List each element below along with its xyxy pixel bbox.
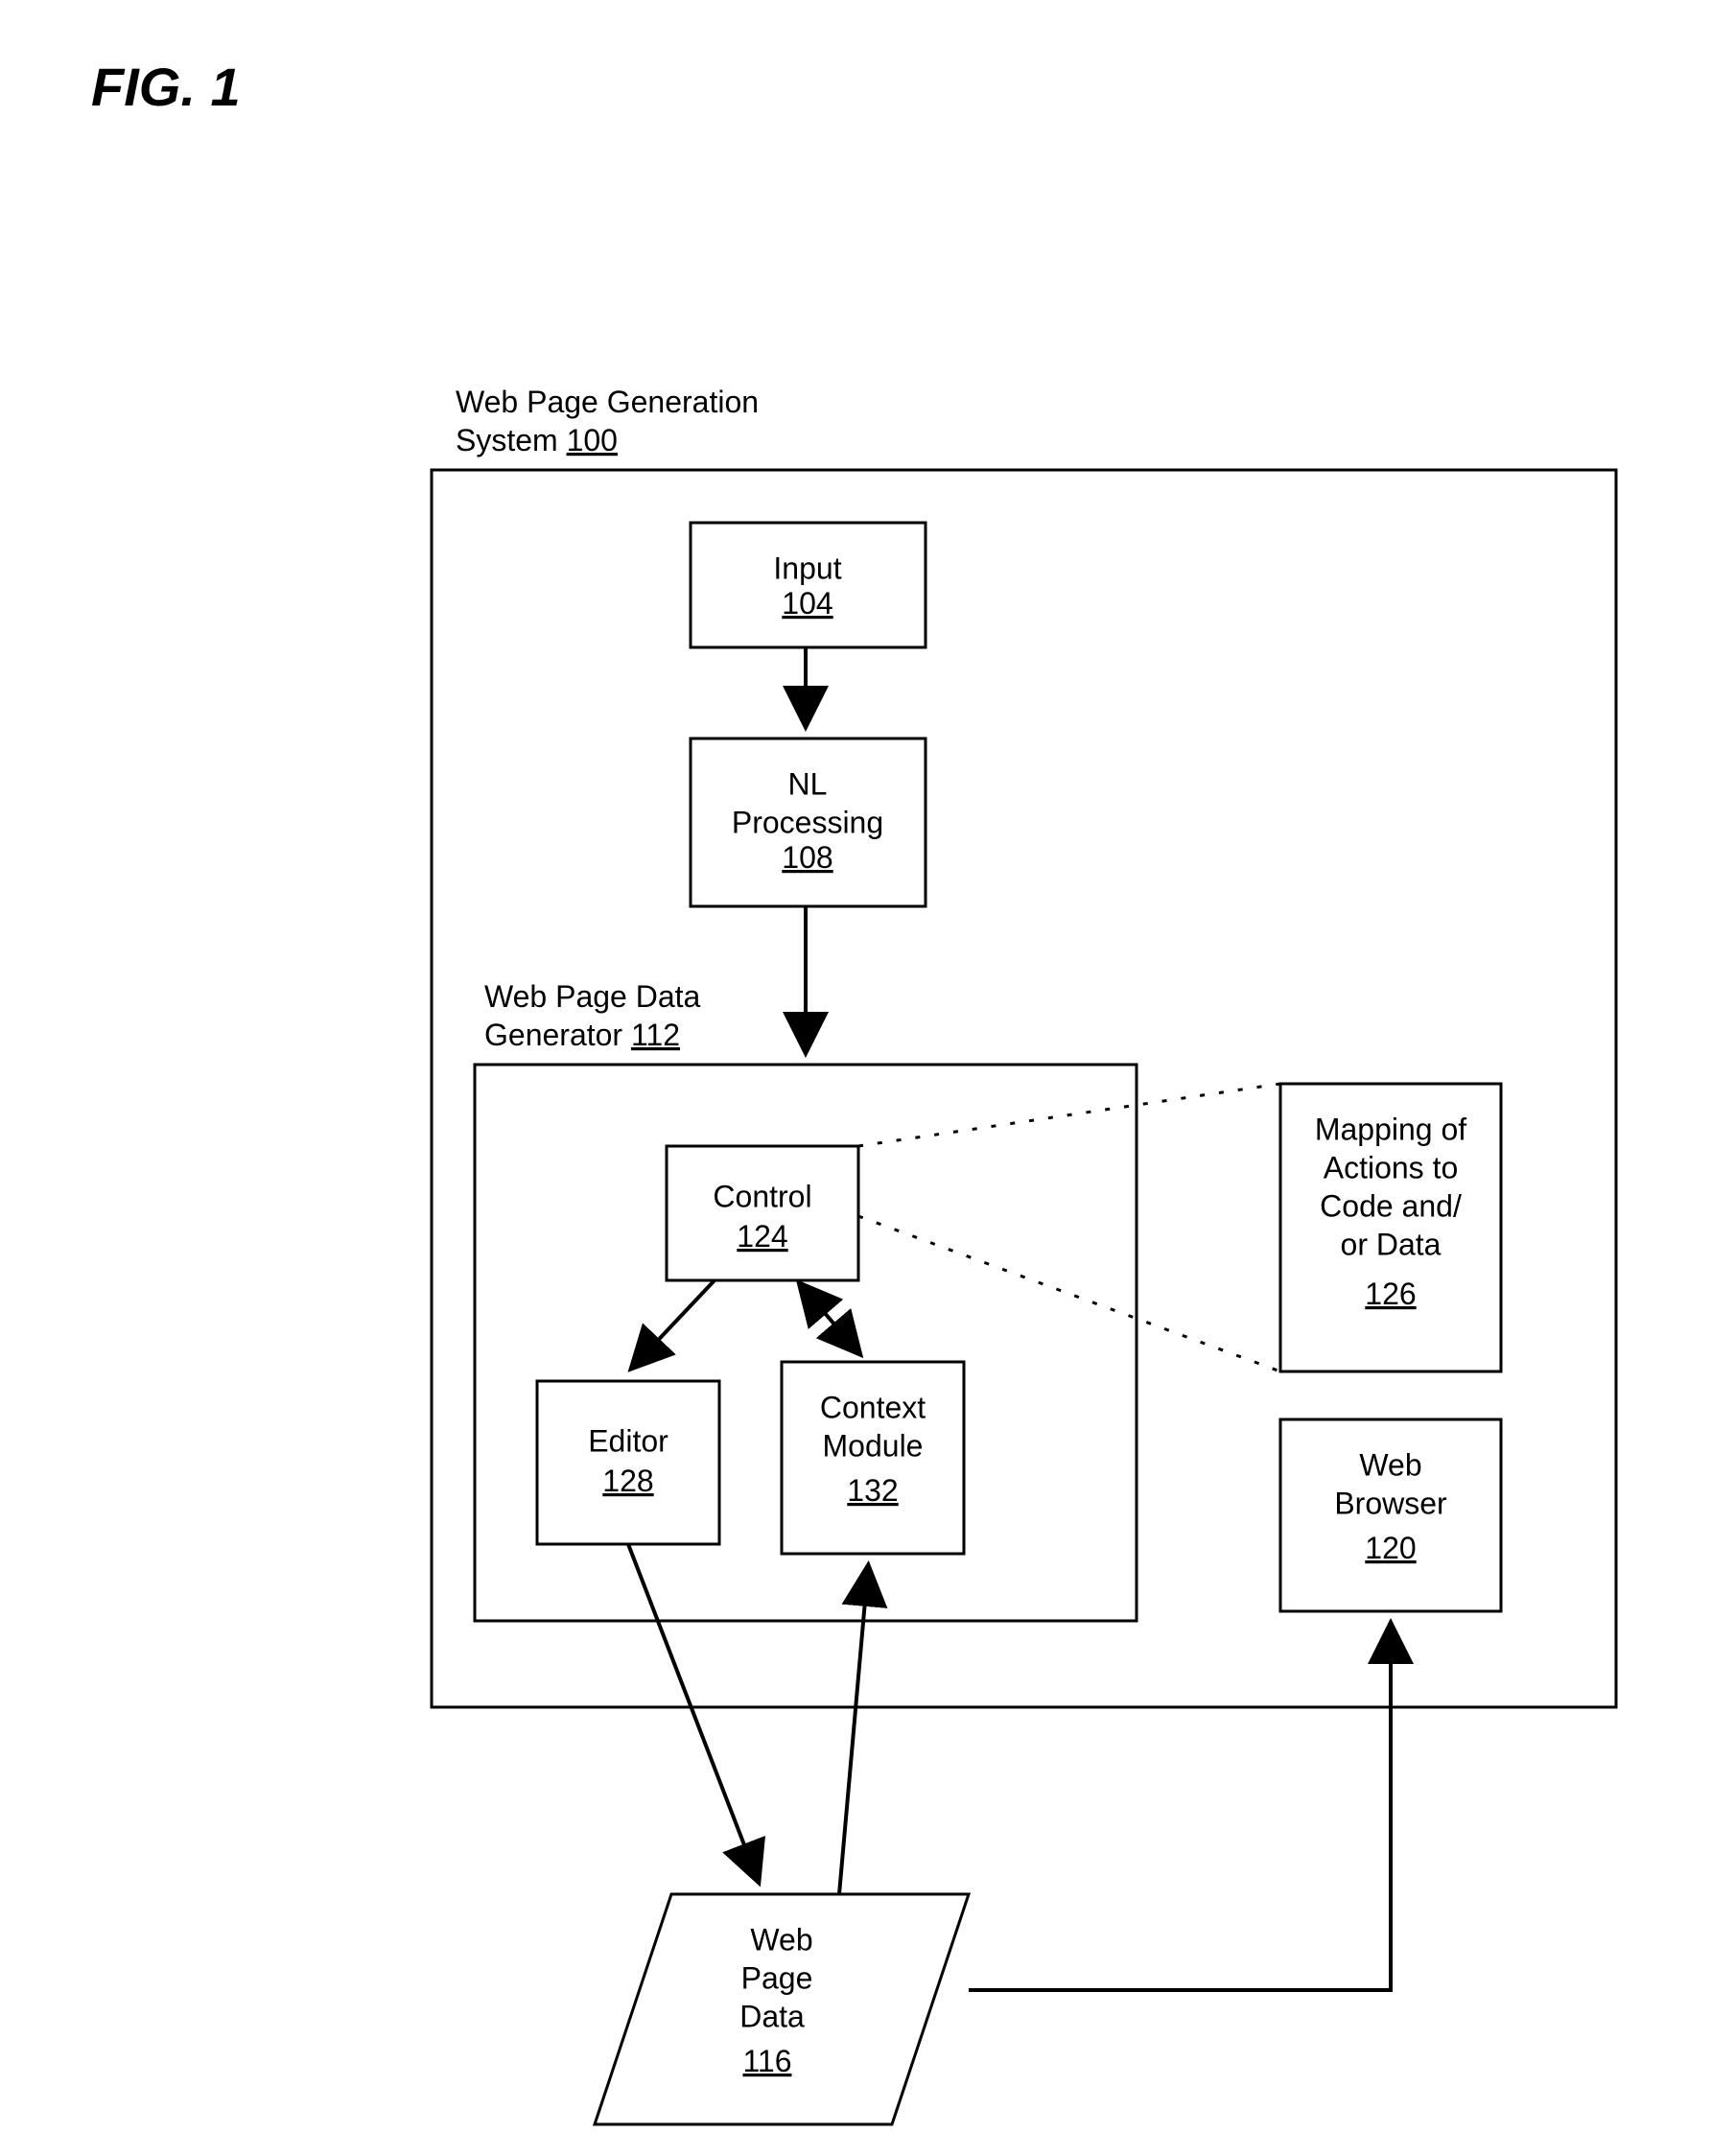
mapping126-label-line2: Actions to (1324, 1150, 1459, 1184)
context132-label-line1: Context (820, 1390, 926, 1424)
system100-label-line1: Web Page Generation (456, 385, 759, 419)
webdata116-label-line2: Page (741, 1960, 813, 1995)
input104-label: Input (773, 551, 841, 585)
generator112-label: Generator 112 (484, 1018, 680, 1052)
generator112-label-line1: Web Page Data (484, 979, 701, 1014)
browser120-number: 120 (1365, 1531, 1416, 1565)
editor128-label: Editor (588, 1423, 668, 1458)
control124-label: Control (713, 1179, 811, 1213)
mapping126-number: 126 (1365, 1277, 1416, 1311)
webdata116-label-line1: Web (750, 1922, 812, 1957)
system100-number: 100 (567, 423, 618, 457)
system100-label-line2: System (456, 423, 567, 457)
nl108-label-line2: Processing (732, 805, 883, 839)
context132-label-line2: Module (823, 1428, 924, 1463)
editor128-number: 128 (602, 1464, 653, 1498)
browser120-label-line1: Web (1359, 1447, 1421, 1482)
mapping126-label-line1: Mapping of (1315, 1112, 1466, 1146)
mapping126-label-line4: or Data (1341, 1227, 1442, 1261)
input104-number: 104 (782, 586, 832, 621)
editor128-box (537, 1381, 719, 1544)
nl108-number: 108 (782, 840, 832, 875)
system100-label: System 100 (456, 423, 618, 457)
context132-number: 132 (847, 1473, 898, 1508)
diagram-svg: FIG. 1 Web Page Generation System 100 In… (0, 0, 1735, 2156)
control124-number: 124 (737, 1219, 787, 1254)
generator112-number: 112 (631, 1018, 680, 1052)
browser120-label-line2: Browser (1334, 1486, 1447, 1520)
nl108-label-line1: NL (788, 766, 828, 801)
webdata116-number: 116 (742, 2044, 791, 2078)
generator112-label-line2: Generator (484, 1018, 631, 1052)
webdata116-label-line3: Data (739, 1999, 805, 2033)
figure-title: FIG. 1 (91, 57, 241, 117)
mapping126-label-line3: Code and/ (1320, 1188, 1462, 1223)
